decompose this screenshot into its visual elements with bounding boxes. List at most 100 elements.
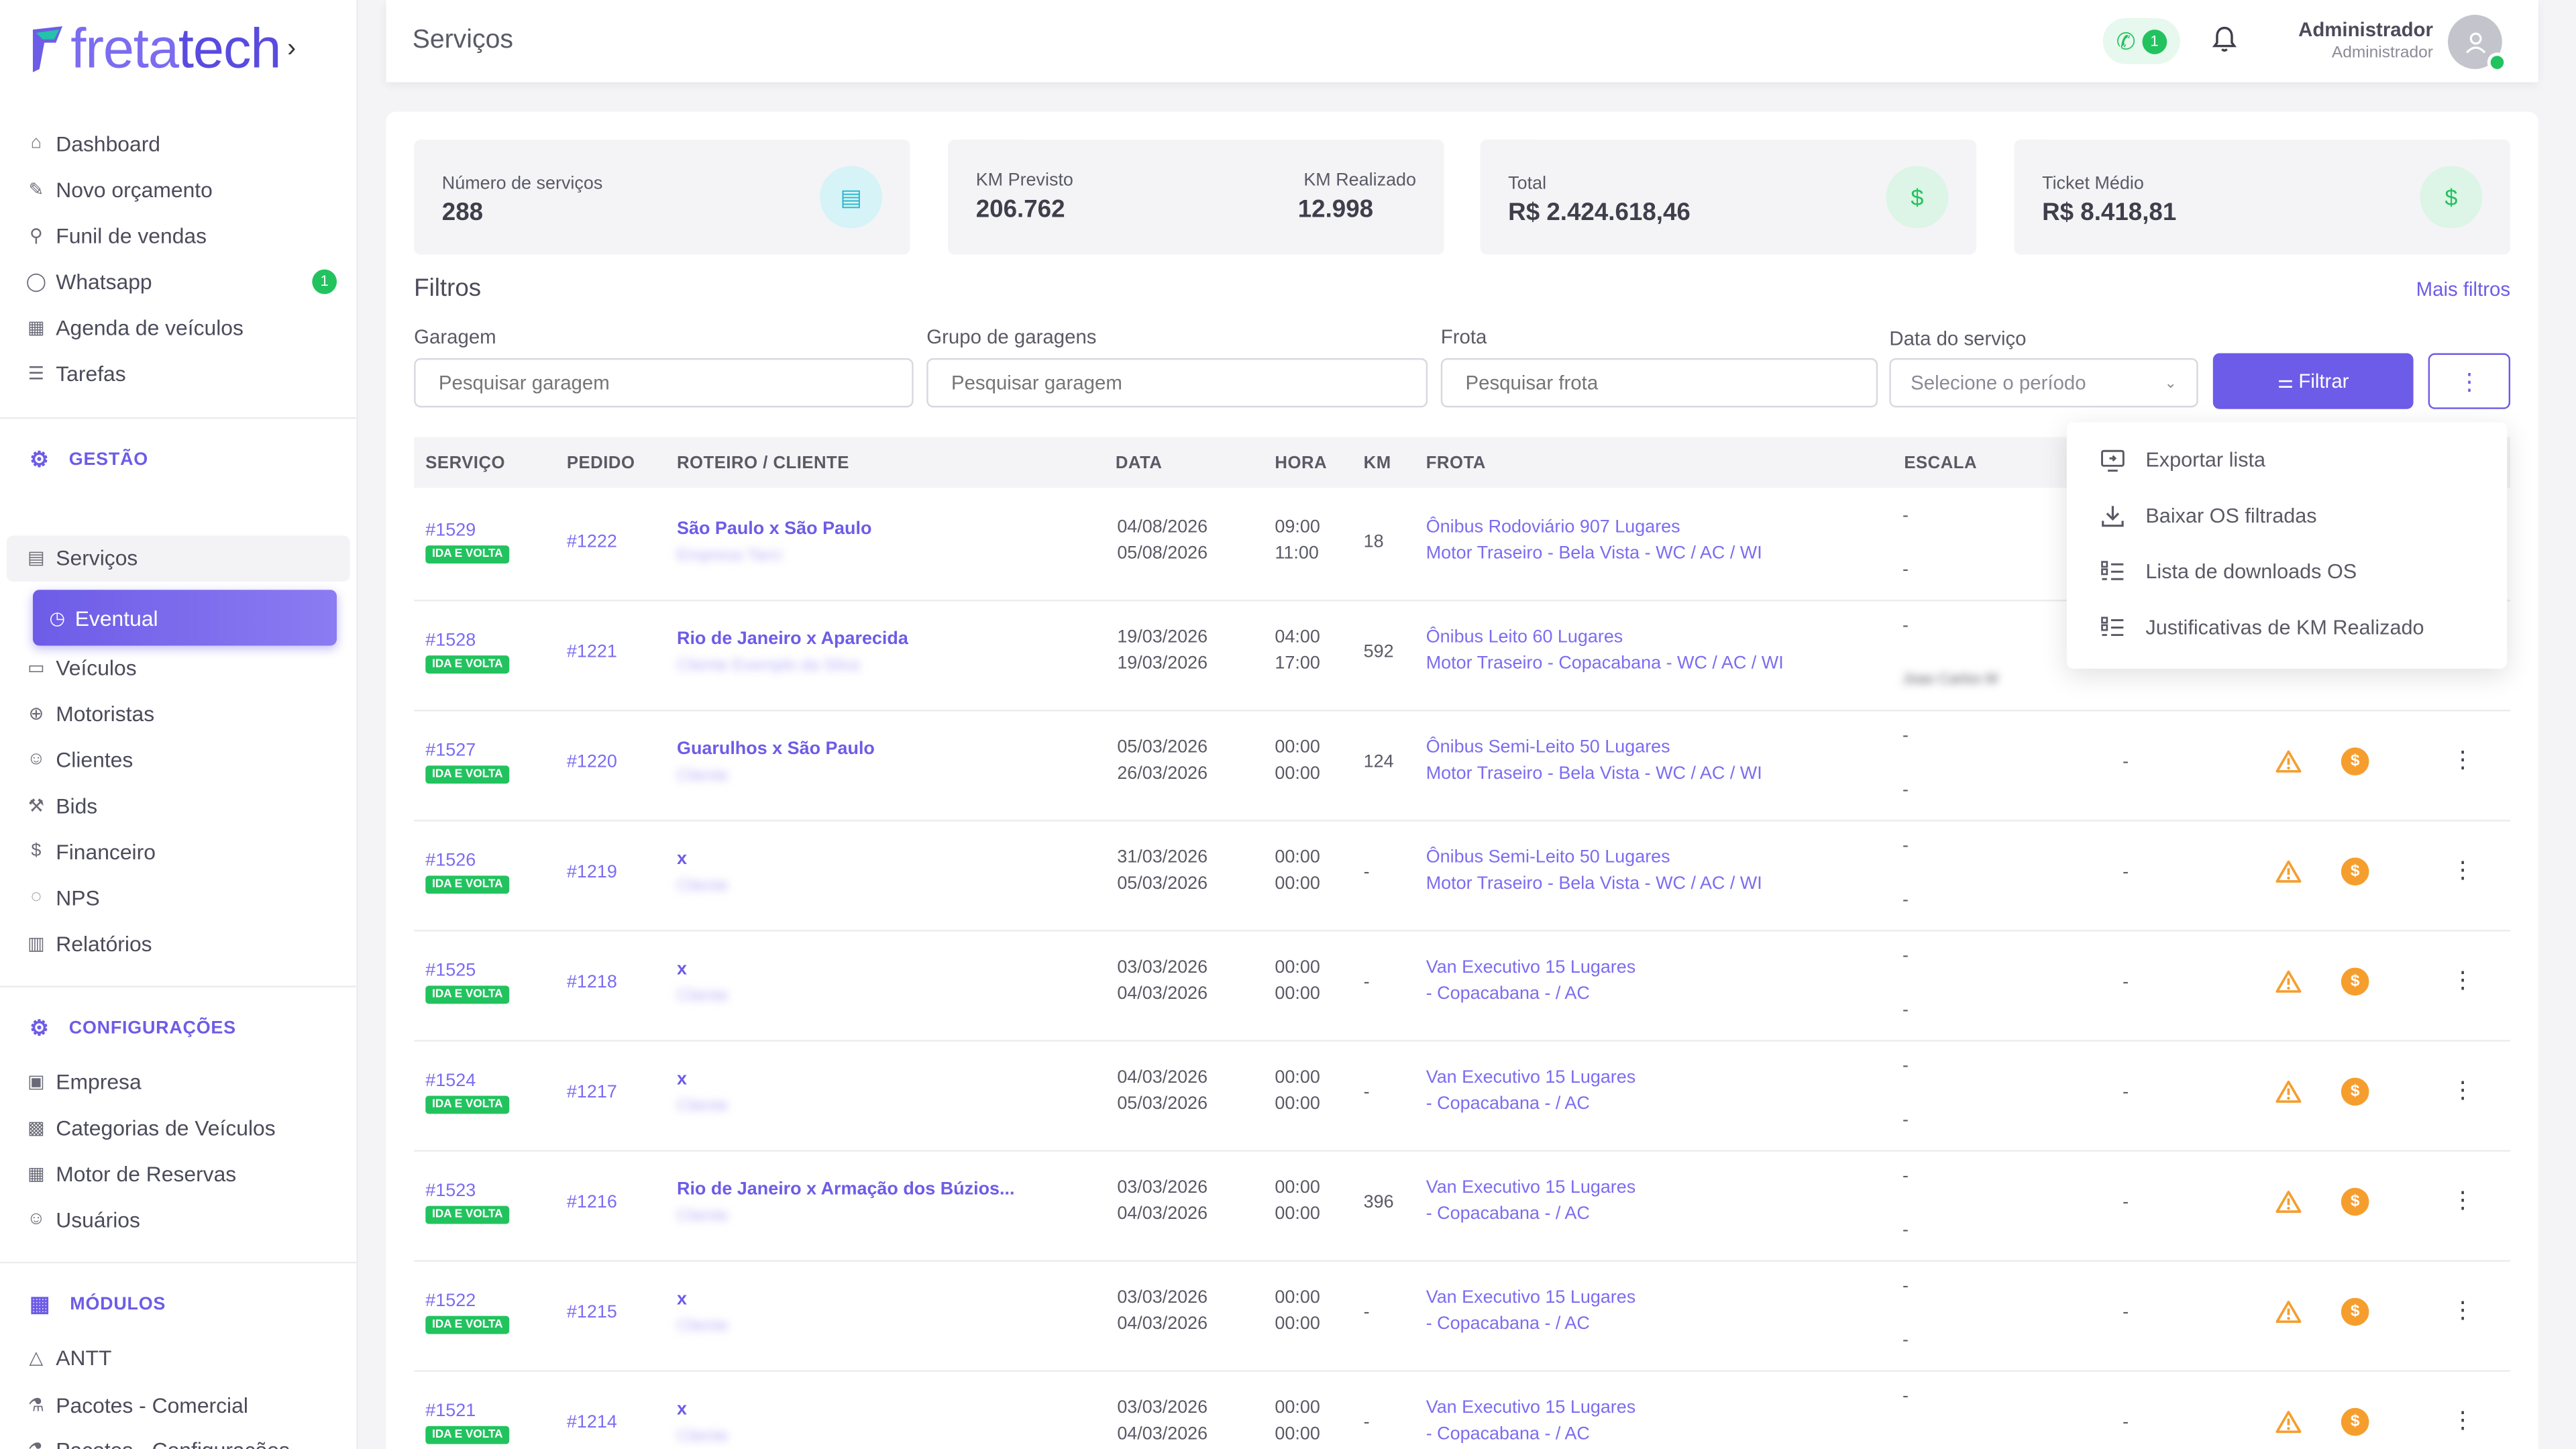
- payment-coin-icon[interactable]: $: [2341, 1407, 2369, 1436]
- chevron-right-icon[interactable]: ›: [287, 34, 296, 64]
- sidebar-item-financeiro[interactable]: $ Financeiro: [26, 835, 156, 867]
- table-row[interactable]: #1525 IDA E VOLTA #1218 x Cliente 03/03/2026 0…: [414, 930, 2511, 1042]
- fleet-name-link[interactable]: Ônibus Rodoviário 907 Lugares: [1426, 517, 1680, 537]
- service-id-link[interactable]: #1523: [425, 1181, 476, 1201]
- sidebar-item-dashboard[interactable]: ⌂ Dashboard: [26, 127, 160, 160]
- sidebar-item-usu-rios[interactable]: ☺ Usuários: [26, 1203, 140, 1236]
- service-id-link[interactable]: #1528: [425, 631, 476, 650]
- sidebar-item-clientes[interactable]: ☺ Clientes: [26, 743, 133, 775]
- payment-coin-icon[interactable]: $: [2341, 1187, 2369, 1216]
- warning-icon[interactable]: [2275, 749, 2302, 774]
- fleet-detail-link[interactable]: Motor Traseiro - Copacabana - WC / AC / …: [1426, 654, 1784, 674]
- garagem-input[interactable]: [414, 358, 914, 408]
- fleet-name-link[interactable]: Van Executivo 15 Lugares: [1426, 1178, 1636, 1197]
- route-link[interactable]: São Paulo x São Paulo: [677, 519, 871, 539]
- order-id-link[interactable]: #1217: [567, 1083, 617, 1102]
- service-id-link[interactable]: #1524: [425, 1071, 476, 1091]
- col-hora[interactable]: HORA: [1275, 453, 1327, 473]
- sidebar-item-pacotes-configura-es[interactable]: ⚗ Pacotes - Configurações: [26, 1433, 290, 1449]
- warning-icon[interactable]: [2275, 969, 2302, 994]
- fleet-detail-link[interactable]: - Copacabana - / AC: [1426, 1424, 1590, 1444]
- order-id-link[interactable]: #1220: [567, 753, 617, 772]
- col-km[interactable]: KM: [1364, 453, 1391, 473]
- table-row[interactable]: #1526 IDA E VOLTA #1219 x Cliente 31/03/2026 0…: [414, 820, 2511, 932]
- route-link[interactable]: x: [677, 1069, 687, 1089]
- fleet-name-link[interactable]: Van Executivo 15 Lugares: [1426, 1398, 1636, 1417]
- service-id-link[interactable]: #1529: [425, 521, 476, 540]
- order-id-link[interactable]: #1216: [567, 1193, 617, 1212]
- fleet-name-link[interactable]: Van Executivo 15 Lugares: [1426, 958, 1636, 977]
- fleet-name-link[interactable]: Ônibus Semi-Leito 50 Lugares: [1426, 738, 1670, 757]
- sidebar-item-relat-rios[interactable]: ▥ Relatórios: [26, 926, 152, 959]
- payment-coin-icon[interactable]: $: [2341, 857, 2369, 886]
- sidebar-item-eventual-active[interactable]: ◷ Eventual: [32, 590, 337, 646]
- table-row[interactable]: #1523 IDA E VOLTA #1216 Rio de Janeiro x Ar…: [414, 1150, 2511, 1262]
- km-justifications-item[interactable]: Justificativas de KM Realizado: [2100, 611, 2424, 644]
- warning-icon[interactable]: [2275, 1189, 2302, 1214]
- route-link[interactable]: x: [677, 1289, 687, 1309]
- route-link[interactable]: Rio de Janeiro x Aparecida: [677, 629, 908, 649]
- sidebar-item-antt[interactable]: △ ANTT: [26, 1340, 112, 1373]
- sidebar-item-motoristas[interactable]: ⊕ Motoristas: [26, 696, 155, 729]
- service-id-link[interactable]: #1527: [425, 741, 476, 760]
- export-list-item[interactable]: Exportar lista: [2100, 443, 2265, 476]
- fleet-detail-link[interactable]: Motor Traseiro - Bela Vista - WC / AC / …: [1426, 544, 1762, 564]
- route-link[interactable]: Guarulhos x São Paulo: [677, 739, 875, 759]
- order-id-link[interactable]: #1214: [567, 1413, 617, 1432]
- warning-icon[interactable]: [2275, 859, 2302, 884]
- table-row[interactable]: #1522 IDA E VOLTA #1215 x Cliente 03/03/2026 0…: [414, 1260, 2511, 1372]
- sidebar-item-bids[interactable]: ⚒ Bids: [26, 789, 97, 822]
- filter-button[interactable]: ⚌ Filtrar: [2212, 353, 2414, 409]
- table-row[interactable]: #1524 IDA E VOLTA #1217 x Cliente 04/03/2026 0…: [414, 1040, 2511, 1152]
- row-kebab-icon[interactable]: ⋮: [2451, 966, 2474, 994]
- sidebar-item-novo-or-amento[interactable]: ✎ Novo orçamento: [26, 172, 213, 205]
- data-servico-select[interactable]: Selecione o período ⌄: [1889, 358, 2198, 408]
- fleet-detail-link[interactable]: - Copacabana - / AC: [1426, 1094, 1590, 1114]
- warning-icon[interactable]: [2275, 1409, 2302, 1434]
- fleet-name-link[interactable]: Ônibus Semi-Leito 50 Lugares: [1426, 848, 1670, 867]
- download-os-item[interactable]: Baixar OS filtradas: [2100, 499, 2317, 532]
- order-id-link[interactable]: #1215: [567, 1303, 617, 1322]
- warning-icon[interactable]: [2275, 1079, 2302, 1104]
- payment-coin-icon[interactable]: $: [2341, 1297, 2369, 1326]
- row-kebab-icon[interactable]: ⋮: [2451, 1076, 2474, 1104]
- col-servico[interactable]: SERVIÇO: [425, 453, 505, 473]
- sidebar-item-pacotes-comercial[interactable]: ⚗ Pacotes - Comercial: [26, 1388, 248, 1421]
- service-id-link[interactable]: #1526: [425, 851, 476, 871]
- frota-input[interactable]: [1440, 358, 1878, 408]
- row-kebab-icon[interactable]: ⋮: [2451, 856, 2474, 884]
- warning-icon[interactable]: [2275, 1299, 2302, 1324]
- order-id-link[interactable]: #1222: [567, 532, 617, 551]
- route-link[interactable]: x: [677, 959, 687, 979]
- fleet-detail-link[interactable]: - Copacabana - / AC: [1426, 1314, 1590, 1334]
- order-id-link[interactable]: #1219: [567, 863, 617, 882]
- fleet-name-link[interactable]: Van Executivo 15 Lugares: [1426, 1068, 1636, 1087]
- fleet-detail-link[interactable]: Motor Traseiro - Bela Vista - WC / AC / …: [1426, 874, 1762, 894]
- order-id-link[interactable]: #1218: [567, 973, 617, 992]
- brand-logo[interactable]: fretatech ›: [30, 16, 296, 82]
- sidebar-item-funil-de-vendas[interactable]: ⚲ Funil de vendas: [26, 219, 207, 252]
- col-escala[interactable]: ESCALA: [1904, 453, 1977, 473]
- col-data[interactable]: DATA: [1116, 453, 1163, 473]
- fleet-detail-link[interactable]: - Copacabana - / AC: [1426, 984, 1590, 1004]
- sidebar-item-empresa[interactable]: ▣ Empresa: [26, 1065, 142, 1097]
- table-row[interactable]: #1521 IDA E VOLTA #1214 x Cliente 03/03/2026 0…: [414, 1370, 2510, 1449]
- grupo-garagens-input[interactable]: [926, 358, 1428, 408]
- service-id-link[interactable]: #1525: [425, 961, 476, 981]
- fleet-detail-link[interactable]: Motor Traseiro - Bela Vista - WC / AC / …: [1426, 764, 1762, 784]
- sidebar-item-whatsapp[interactable]: ◯ Whatsapp: [26, 264, 152, 297]
- sidebar-item-categorias-de-ve-culos[interactable]: ▩ Categorias de Veículos: [26, 1111, 276, 1144]
- service-id-link[interactable]: #1521: [425, 1401, 476, 1421]
- payment-coin-icon[interactable]: $: [2341, 747, 2369, 775]
- whatsapp-notifications-button[interactable]: ✆ 1: [2102, 17, 2180, 64]
- route-link[interactable]: x: [677, 849, 687, 869]
- downloads-list-item[interactable]: Lista de downloads OS: [2100, 555, 2357, 588]
- col-roteiro[interactable]: ROTEIRO / CLIENTE: [677, 453, 849, 473]
- user-name[interactable]: Administrador: [2298, 18, 2433, 41]
- fleet-detail-link[interactable]: - Copacabana - / AC: [1426, 1204, 1590, 1224]
- sidebar-item-ve-culos[interactable]: ▭ Veículos: [26, 651, 137, 684]
- bell-icon[interactable]: [2210, 25, 2239, 54]
- col-pedido[interactable]: PEDIDO: [567, 453, 635, 473]
- fleet-name-link[interactable]: Van Executivo 15 Lugares: [1426, 1288, 1636, 1307]
- row-kebab-icon[interactable]: ⋮: [2451, 1406, 2474, 1434]
